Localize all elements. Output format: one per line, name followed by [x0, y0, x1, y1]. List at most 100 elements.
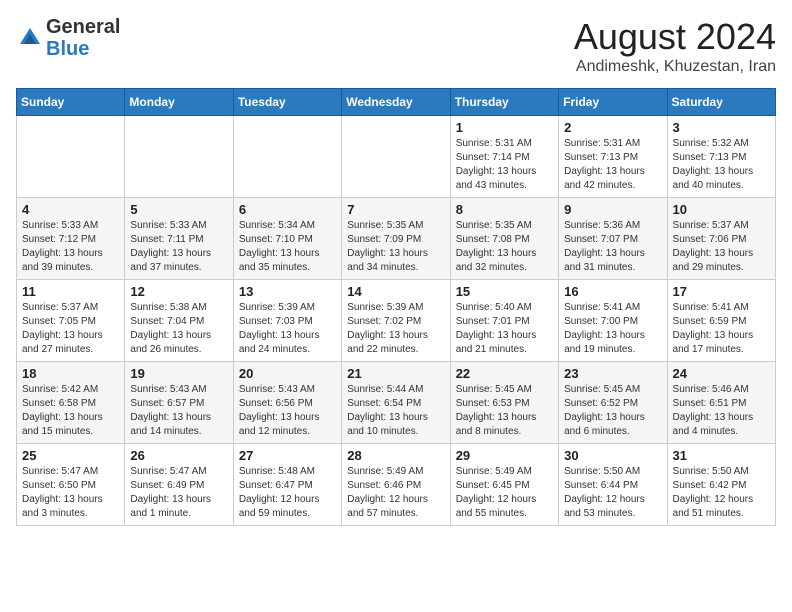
- day-info: Sunrise: 5:49 AM Sunset: 6:45 PM Dayligh…: [456, 465, 553, 521]
- calendar-cell: 22 Sunrise: 5:45 AM Sunset: 6:53 PM Dayli…: [450, 362, 558, 444]
- day-number: 12: [130, 284, 227, 299]
- day-info: Sunrise: 5:43 AM Sunset: 6:57 PM Dayligh…: [130, 383, 227, 439]
- day-number: 22: [456, 366, 553, 381]
- logo-blue-text: Blue: [46, 38, 89, 60]
- day-number: 14: [347, 284, 444, 299]
- day-info: Sunrise: 5:46 AM Sunset: 6:51 PM Dayligh…: [673, 383, 770, 439]
- calendar-cell: 27Sunrise: 5:48 AM Sunset: 6:47 PM Dayli…: [233, 444, 341, 526]
- weekday-header-saturday: Saturday: [667, 89, 775, 116]
- day-info: Sunrise: 5:47 AM Sunset: 6:49 PM Dayligh…: [130, 465, 227, 521]
- calendar-cell: 28Sunrise: 5:49 AM Sunset: 6:46 PM Dayli…: [342, 444, 450, 526]
- location-subtitle: Andimeshk, Khuzestan, Iran: [574, 58, 776, 76]
- day-number: 23: [564, 366, 661, 381]
- weekday-header-friday: Friday: [559, 89, 667, 116]
- calendar-cell: 9 Sunrise: 5:36 AM Sunset: 7:07 PM Daylig…: [559, 198, 667, 280]
- calendar-cell: 13 Sunrise: 5:39 AM Sunset: 7:03 PM Dayli…: [233, 280, 341, 362]
- calendar-cell: 5 Sunrise: 5:33 AM Sunset: 7:11 PM Daylig…: [125, 198, 233, 280]
- month-year-title: August 2024: [574, 16, 776, 58]
- day-info: Sunrise: 5:35 AM Sunset: 7:08 PM Dayligh…: [456, 219, 553, 275]
- calendar-cell: 11 Sunrise: 5:37 AM Sunset: 7:05 PM Dayli…: [17, 280, 125, 362]
- day-number: 6: [239, 202, 336, 217]
- calendar-cell: 26 Sunrise: 5:47 AM Sunset: 6:49 PM Dayli…: [125, 444, 233, 526]
- calendar-week-row: 4Sunrise: 5:33 AM Sunset: 7:12 PM Daylig…: [17, 198, 776, 280]
- calendar-cell: [233, 116, 341, 198]
- title-block: August 2024 Andimeshk, Khuzestan, Iran: [574, 16, 776, 76]
- calendar-cell: 21 Sunrise: 5:44 AM Sunset: 6:54 PM Dayli…: [342, 362, 450, 444]
- day-info: Sunrise: 5:37 AM Sunset: 7:05 PM Dayligh…: [22, 301, 119, 357]
- day-info: Sunrise: 5:35 AM Sunset: 7:09 PM Dayligh…: [347, 219, 444, 275]
- day-number: 24: [673, 366, 770, 381]
- day-info: Sunrise: 5:50 AM Sunset: 6:42 PM Dayligh…: [673, 465, 770, 521]
- page-header: General Blue August 2024 Andimeshk, Khuz…: [16, 16, 776, 76]
- day-info: Sunrise: 5:33 AM Sunset: 7:11 PM Dayligh…: [130, 219, 227, 275]
- logo: General Blue: [16, 16, 120, 60]
- calendar-cell: 20Sunrise: 5:43 AM Sunset: 6:56 PM Dayli…: [233, 362, 341, 444]
- day-info: Sunrise: 5:36 AM Sunset: 7:07 PM Dayligh…: [564, 219, 661, 275]
- calendar-table: SundayMondayTuesdayWednesdayThursdayFrid…: [16, 88, 776, 526]
- calendar-week-row: 11 Sunrise: 5:37 AM Sunset: 7:05 PM Dayli…: [17, 280, 776, 362]
- calendar-cell: 14 Sunrise: 5:39 AM Sunset: 7:02 PM Dayli…: [342, 280, 450, 362]
- day-number: 7: [347, 202, 444, 217]
- day-info: Sunrise: 5:33 AM Sunset: 7:12 PM Dayligh…: [22, 219, 119, 275]
- logo-general-text: General: [46, 16, 120, 38]
- day-number: 9: [564, 202, 661, 217]
- day-info: Sunrise: 5:31 AM Sunset: 7:14 PM Dayligh…: [456, 137, 553, 193]
- day-number: 15: [456, 284, 553, 299]
- day-info: Sunrise: 5:48 AM Sunset: 6:47 PM Dayligh…: [239, 465, 336, 521]
- calendar-week-row: 25 Sunrise: 5:47 AM Sunset: 6:50 PM Dayli…: [17, 444, 776, 526]
- day-number: 8: [456, 202, 553, 217]
- calendar-cell: 1 Sunrise: 5:31 AM Sunset: 7:14 PM Daylig…: [450, 116, 558, 198]
- calendar-cell: 3Sunrise: 5:32 AM Sunset: 7:13 PM Daylig…: [667, 116, 775, 198]
- day-info: Sunrise: 5:41 AM Sunset: 7:00 PM Dayligh…: [564, 301, 661, 357]
- day-number: 26: [130, 448, 227, 463]
- day-number: 19: [130, 366, 227, 381]
- calendar-cell: 15 Sunrise: 5:40 AM Sunset: 7:01 PM Dayli…: [450, 280, 558, 362]
- day-number: 1: [456, 120, 553, 135]
- day-number: 13: [239, 284, 336, 299]
- calendar-cell: 18 Sunrise: 5:42 AM Sunset: 6:58 PM Dayli…: [17, 362, 125, 444]
- day-number: 30: [564, 448, 661, 463]
- day-info: Sunrise: 5:50 AM Sunset: 6:44 PM Dayligh…: [564, 465, 661, 521]
- day-number: 5: [130, 202, 227, 217]
- day-number: 11: [22, 284, 119, 299]
- calendar-cell: 17 Sunrise: 5:41 AM Sunset: 6:59 PM Dayli…: [667, 280, 775, 362]
- calendar-cell: 19 Sunrise: 5:43 AM Sunset: 6:57 PM Dayli…: [125, 362, 233, 444]
- day-number: 18: [22, 366, 119, 381]
- calendar-cell: 2Sunrise: 5:31 AM Sunset: 7:13 PM Daylig…: [559, 116, 667, 198]
- day-info: Sunrise: 5:39 AM Sunset: 7:02 PM Dayligh…: [347, 301, 444, 357]
- day-number: 29: [456, 448, 553, 463]
- calendar-cell: 29 Sunrise: 5:49 AM Sunset: 6:45 PM Dayli…: [450, 444, 558, 526]
- day-info: Sunrise: 5:39 AM Sunset: 7:03 PM Dayligh…: [239, 301, 336, 357]
- weekday-header-wednesday: Wednesday: [342, 89, 450, 116]
- calendar-cell: 24 Sunrise: 5:46 AM Sunset: 6:51 PM Dayli…: [667, 362, 775, 444]
- weekday-header-sunday: Sunday: [17, 89, 125, 116]
- day-info: Sunrise: 5:41 AM Sunset: 6:59 PM Dayligh…: [673, 301, 770, 357]
- calendar-cell: 30 Sunrise: 5:50 AM Sunset: 6:44 PM Dayli…: [559, 444, 667, 526]
- calendar-cell: 23Sunrise: 5:45 AM Sunset: 6:52 PM Dayli…: [559, 362, 667, 444]
- day-number: 25: [22, 448, 119, 463]
- calendar-week-row: 18 Sunrise: 5:42 AM Sunset: 6:58 PM Dayli…: [17, 362, 776, 444]
- calendar-cell: 4Sunrise: 5:33 AM Sunset: 7:12 PM Daylig…: [17, 198, 125, 280]
- day-number: 10: [673, 202, 770, 217]
- day-info: Sunrise: 5:44 AM Sunset: 6:54 PM Dayligh…: [347, 383, 444, 439]
- calendar-cell: 7 Sunrise: 5:35 AM Sunset: 7:09 PM Daylig…: [342, 198, 450, 280]
- day-info: Sunrise: 5:49 AM Sunset: 6:46 PM Dayligh…: [347, 465, 444, 521]
- day-number: 21: [347, 366, 444, 381]
- calendar-week-row: 1 Sunrise: 5:31 AM Sunset: 7:14 PM Daylig…: [17, 116, 776, 198]
- day-info: Sunrise: 5:34 AM Sunset: 7:10 PM Dayligh…: [239, 219, 336, 275]
- day-info: Sunrise: 5:45 AM Sunset: 6:53 PM Dayligh…: [456, 383, 553, 439]
- logo-icon: [16, 24, 44, 52]
- day-info: Sunrise: 5:47 AM Sunset: 6:50 PM Dayligh…: [22, 465, 119, 521]
- day-info: Sunrise: 5:37 AM Sunset: 7:06 PM Dayligh…: [673, 219, 770, 275]
- day-info: Sunrise: 5:40 AM Sunset: 7:01 PM Dayligh…: [456, 301, 553, 357]
- day-number: 17: [673, 284, 770, 299]
- day-info: Sunrise: 5:31 AM Sunset: 7:13 PM Dayligh…: [564, 137, 661, 193]
- day-info: Sunrise: 5:42 AM Sunset: 6:58 PM Dayligh…: [22, 383, 119, 439]
- calendar-cell: [17, 116, 125, 198]
- calendar-cell: 8 Sunrise: 5:35 AM Sunset: 7:08 PM Daylig…: [450, 198, 558, 280]
- day-number: 16: [564, 284, 661, 299]
- calendar-cell: 16 Sunrise: 5:41 AM Sunset: 7:00 PM Dayli…: [559, 280, 667, 362]
- weekday-header-thursday: Thursday: [450, 89, 558, 116]
- calendar-cell: 25 Sunrise: 5:47 AM Sunset: 6:50 PM Dayli…: [17, 444, 125, 526]
- weekday-header-row: SundayMondayTuesdayWednesdayThursdayFrid…: [17, 89, 776, 116]
